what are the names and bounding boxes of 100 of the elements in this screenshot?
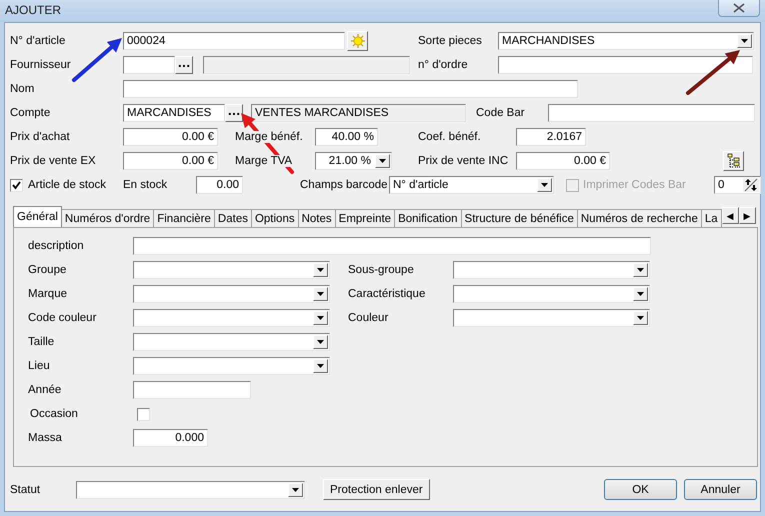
- dropdown-field[interactable]: [453, 261, 650, 279]
- browse-button[interactable]: ...: [225, 104, 243, 122]
- generate-button[interactable]: [347, 31, 368, 51]
- field-label: n° d'ordre: [418, 59, 469, 71]
- field-label: Champs barcode: [300, 179, 389, 191]
- dropdown-field[interactable]: [76, 480, 305, 498]
- field-label: N° d'article: [10, 35, 66, 47]
- input-field[interactable]: 000024: [123, 32, 345, 50]
- dropdown-field[interactable]: N° d'article: [389, 176, 554, 194]
- input-field[interactable]: 0.00 €: [123, 128, 218, 146]
- dialog-button[interactable]: OK: [604, 479, 677, 500]
- dropdown-button[interactable]: [633, 263, 648, 277]
- caret-icon: [637, 316, 644, 320]
- scroll-button[interactable]: ▶: [738, 207, 756, 224]
- caret-icon: [637, 292, 644, 296]
- checkbox[interactable]: [10, 178, 23, 192]
- checkbox-label: Article de stock: [28, 179, 107, 191]
- dropdown-button[interactable]: [313, 335, 328, 349]
- caret-icon: [379, 159, 386, 163]
- input-field[interactable]: 40.00 %: [315, 128, 378, 146]
- field-label: Code Bar: [476, 107, 526, 119]
- field-label: Statut: [10, 484, 42, 496]
- dropdown-field[interactable]: 21.00 %: [315, 152, 392, 170]
- input-field[interactable]: [123, 80, 578, 98]
- field-label: Nom: [10, 83, 36, 95]
- dropdown-field[interactable]: [133, 357, 330, 375]
- caret-icon: [541, 183, 548, 187]
- input-field[interactable]: MARCANDISES: [123, 104, 225, 122]
- input-field[interactable]: [498, 56, 753, 74]
- window-title: AJOUTER: [4, 2, 62, 17]
- field-label: Prix de vente INC: [418, 155, 510, 167]
- dropdown-button[interactable]: [313, 311, 328, 325]
- browse-button[interactable]: ...: [175, 56, 193, 74]
- spinner-field[interactable]: 0: [714, 176, 761, 194]
- dropdown-button[interactable]: [313, 359, 328, 373]
- field-label: Coef. bénéf.: [418, 131, 482, 143]
- tree-icon: [726, 153, 740, 169]
- field-label: description: [28, 240, 85, 252]
- dropdown-field[interactable]: [133, 309, 330, 327]
- field-label: Code couleur: [28, 312, 98, 324]
- close-icon: [733, 3, 745, 13]
- up-down-icon: [744, 178, 758, 192]
- close-button[interactable]: [718, 0, 760, 17]
- tree-button[interactable]: [723, 151, 744, 171]
- tab[interactable]: Empreinte: [334, 209, 396, 227]
- caret-icon: [317, 316, 324, 320]
- field-label: Prix de vente EX: [10, 155, 97, 167]
- input-field[interactable]: 2.0167: [516, 128, 586, 146]
- field-label: Marge bénéf.: [235, 131, 303, 143]
- field-label: Taille: [28, 336, 56, 348]
- input-field[interactable]: 0.00 €: [516, 152, 610, 170]
- dropdown-button[interactable]: [737, 34, 752, 48]
- sun-icon: [350, 33, 366, 49]
- field-label: Massa: [28, 432, 63, 444]
- protection-button[interactable]: Protection enlever: [323, 479, 430, 500]
- checkbox[interactable]: [137, 408, 150, 420]
- caret-icon: [637, 268, 644, 272]
- tab[interactable]: Général: [13, 206, 62, 227]
- field-label: Lieu: [28, 360, 51, 372]
- checkbox-label: Imprimer Codes Bar: [583, 179, 687, 191]
- spin-button[interactable]: [743, 178, 759, 192]
- dropdown-field[interactable]: [133, 285, 330, 303]
- dropdown-button[interactable]: [537, 178, 552, 192]
- input-field[interactable]: [548, 104, 755, 122]
- input-field[interactable]: [133, 237, 651, 255]
- dropdown-field[interactable]: [133, 333, 330, 351]
- input-field[interactable]: [133, 381, 251, 399]
- tab[interactable]: La: [700, 209, 722, 227]
- caret-icon: [317, 292, 324, 296]
- dropdown-button[interactable]: [313, 263, 328, 277]
- caret-icon: [741, 39, 748, 43]
- input-field[interactable]: 0.00: [196, 176, 243, 194]
- dropdown-button[interactable]: [288, 482, 303, 496]
- field-label: En stock: [123, 179, 168, 191]
- field-label: Marge TVA: [235, 155, 292, 167]
- field-label: Marque: [28, 288, 68, 300]
- scroll-button[interactable]: ◀: [722, 207, 739, 224]
- field-label: Prix d'achat: [10, 131, 71, 143]
- field-label: Sorte pieces: [418, 35, 483, 47]
- dropdown-field[interactable]: [133, 261, 330, 279]
- field-label: Fournisseur: [10, 59, 72, 71]
- caret-icon: [317, 364, 324, 368]
- tab[interactable]: Options: [250, 209, 299, 227]
- dropdown-button[interactable]: [313, 287, 328, 301]
- input-field[interactable]: 0.000: [133, 429, 208, 447]
- dropdown-field[interactable]: [453, 285, 650, 303]
- field-label: Groupe: [28, 264, 68, 276]
- field-label: Sous-groupe: [348, 264, 415, 276]
- dropdown-field[interactable]: [453, 309, 650, 327]
- input-field[interactable]: [123, 56, 175, 74]
- field-label: Compte: [10, 107, 52, 119]
- dropdown-button[interactable]: [375, 154, 390, 168]
- dropdown-field[interactable]: MARCHANDISES: [498, 32, 754, 50]
- read-only-text: VENTES MARCANDISES: [251, 104, 466, 122]
- dialog-button[interactable]: Annuler: [684, 479, 757, 500]
- caret-icon: [317, 340, 324, 344]
- dropdown-button[interactable]: [633, 287, 648, 301]
- caret-icon: [317, 268, 324, 272]
- dropdown-button[interactable]: [633, 311, 648, 325]
- input-field[interactable]: 0.00 €: [123, 152, 218, 170]
